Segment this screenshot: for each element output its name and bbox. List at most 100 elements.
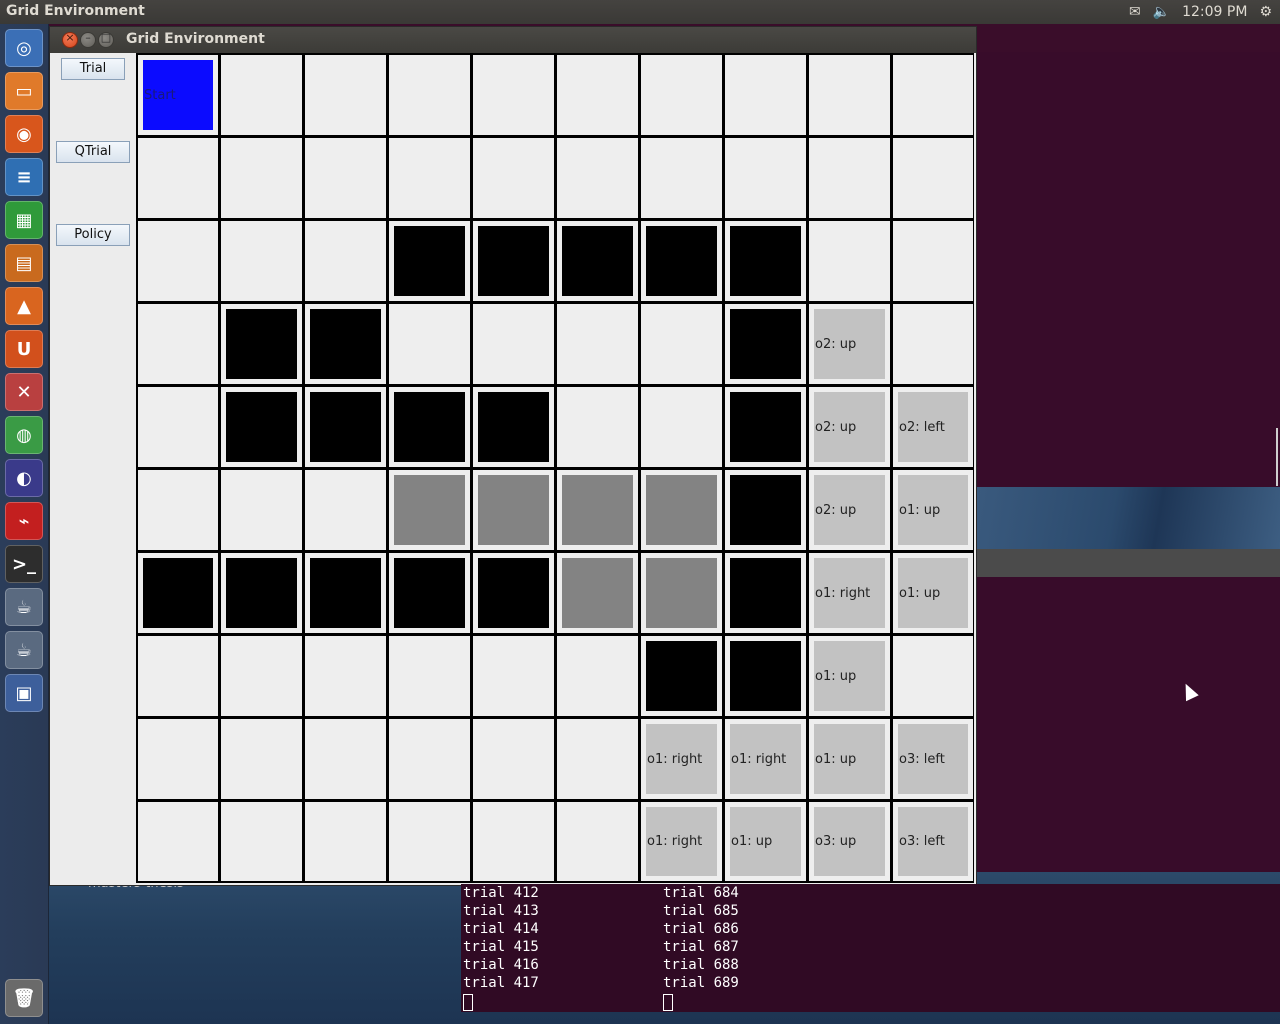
java-icon-2[interactable]: ☕ [5,631,43,669]
grid-cell[interactable]: o1: up [809,636,890,716]
grid-cell[interactable]: o1: up [893,470,973,550]
grid-cell[interactable] [641,387,722,467]
grid-cell[interactable]: o1: right [809,553,890,633]
grid-cell[interactable] [138,470,218,550]
firefox-icon[interactable]: ◉ [5,115,43,153]
grid-cell[interactable] [725,470,806,550]
window-titlebar[interactable]: × – □ Grid Environment [50,27,976,53]
grid-cell[interactable] [473,221,554,301]
grid-cell[interactable] [305,802,386,881]
gear-icon[interactable]: ⚙ [1259,4,1272,20]
chrome-icon[interactable]: ◍ [5,416,43,454]
grid-cell[interactable] [725,304,806,384]
grid-cell[interactable] [809,55,890,135]
grid-cell[interactable] [305,55,386,135]
grid-cell[interactable]: o1: up [809,719,890,799]
grid-cell[interactable]: o1: up [725,802,806,881]
grid-cell[interactable] [221,55,302,135]
acrobat-icon[interactable]: ⌁ [5,502,43,540]
grid-cell[interactable] [389,719,470,799]
grid-cell[interactable] [473,138,554,218]
grid-cell[interactable] [389,221,470,301]
grid-cell[interactable] [557,802,638,881]
grid-cell[interactable]: o1: right [641,802,722,881]
grid-cell[interactable] [221,636,302,716]
grid-cell[interactable] [305,138,386,218]
grid-cell[interactable] [138,636,218,716]
grid-cell[interactable] [641,138,722,218]
grid-cell[interactable] [473,470,554,550]
grid-cell[interactable] [305,387,386,467]
grid-cell[interactable] [138,719,218,799]
grid-cell[interactable]: o3: left [893,719,973,799]
grid-cell[interactable]: o2: up [809,304,890,384]
scrollbar[interactable] [1276,428,1278,486]
grid-cell[interactable] [893,138,973,218]
grid-cell[interactable] [893,221,973,301]
writer-icon[interactable]: ≡ [5,158,43,196]
calc-icon[interactable]: ▦ [5,201,43,239]
grid-cell[interactable] [138,138,218,218]
grid-cell[interactable] [138,387,218,467]
grid-cell[interactable] [221,553,302,633]
grid-cell[interactable] [641,304,722,384]
grid-cell[interactable]: o1: right [725,719,806,799]
grid-cell[interactable] [557,221,638,301]
impress-icon[interactable]: ▤ [5,244,43,282]
volume-icon[interactable]: 🔈 [1153,4,1170,20]
grid-cell[interactable] [725,55,806,135]
grid-cell[interactable] [305,470,386,550]
grid-cell[interactable] [557,553,638,633]
grid-cell[interactable] [641,470,722,550]
grid-cell[interactable] [641,553,722,633]
grid-cell[interactable] [473,636,554,716]
grid-cell[interactable] [389,802,470,881]
grid-cell[interactable]: o2: up [809,387,890,467]
eclipse-icon[interactable]: ◐ [5,459,43,497]
grid-cell[interactable] [893,55,973,135]
grid-cell[interactable]: Start [138,55,218,135]
grid-cell[interactable] [725,138,806,218]
grid-cell[interactable] [389,138,470,218]
software-center-icon[interactable]: ▲ [5,287,43,325]
grid-cell[interactable] [305,553,386,633]
grid-cell[interactable] [725,221,806,301]
grid-cell[interactable] [725,553,806,633]
grid-cell[interactable] [557,719,638,799]
grid-cell[interactable] [389,636,470,716]
dash-icon[interactable]: ◎ [5,29,43,67]
grid-cell[interactable] [305,719,386,799]
grid-cell[interactable] [557,138,638,218]
workspace-switcher-icon[interactable]: ▣ [5,674,43,712]
java-icon-1[interactable]: ☕ [5,588,43,626]
mail-icon[interactable]: ✉ [1129,4,1141,20]
ubuntu-one-icon[interactable]: U [5,330,43,368]
grid-cell[interactable] [389,55,470,135]
qtrial-button[interactable]: QTrial [56,141,130,163]
grid-cell[interactable] [389,304,470,384]
grid-cell[interactable] [473,304,554,384]
grid-cell[interactable] [389,553,470,633]
grid-cell[interactable] [305,221,386,301]
grid-cell[interactable] [138,304,218,384]
grid-cell[interactable]: o2: up [809,470,890,550]
grid-cell[interactable] [641,55,722,135]
grid-cell[interactable] [389,470,470,550]
grid-cell[interactable] [557,387,638,467]
grid-cell[interactable] [893,304,973,384]
grid-cell[interactable] [138,802,218,881]
grid-cell[interactable] [221,802,302,881]
minimize-button[interactable]: – [80,31,96,48]
grid-cell[interactable] [221,470,302,550]
grid-cell[interactable]: o3: up [809,802,890,881]
grid-cell[interactable]: o2: left [893,387,973,467]
grid-cell[interactable]: o1: up [893,553,973,633]
grid-cell[interactable] [305,636,386,716]
grid-cell[interactable] [557,470,638,550]
grid-cell[interactable] [221,719,302,799]
grid-cell[interactable] [641,221,722,301]
terminal-icon[interactable]: >_ [5,545,43,583]
grid-cell[interactable] [473,55,554,135]
grid-cell[interactable] [557,55,638,135]
maximize-button[interactable]: □ [98,31,114,48]
